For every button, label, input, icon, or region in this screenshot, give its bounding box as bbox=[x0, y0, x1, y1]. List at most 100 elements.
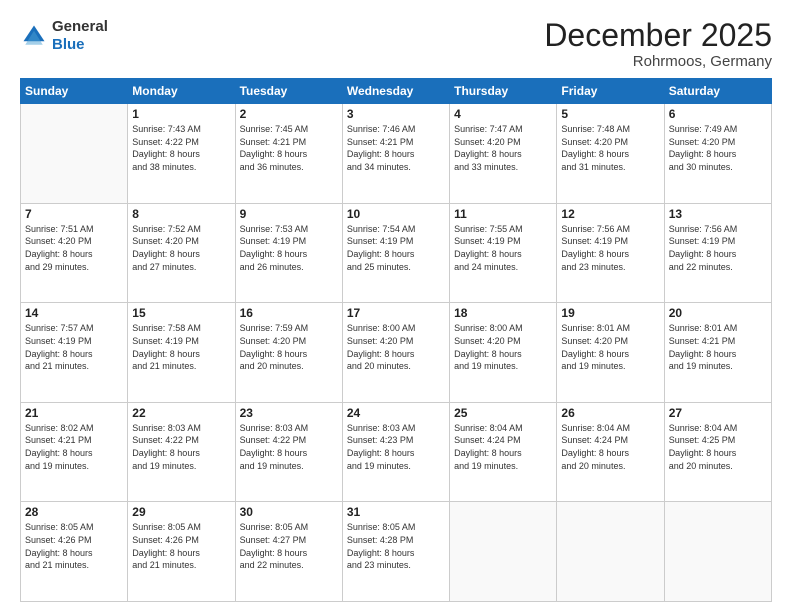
table-cell bbox=[557, 502, 664, 602]
day-number: 30 bbox=[240, 505, 338, 519]
table-cell: 12 Sunrise: 7:56 AMSunset: 4:19 PMDayligh… bbox=[557, 203, 664, 303]
day-number: 23 bbox=[240, 406, 338, 420]
day-number: 21 bbox=[25, 406, 123, 420]
col-wednesday: Wednesday bbox=[342, 79, 449, 104]
day-number: 10 bbox=[347, 207, 445, 221]
day-number: 2 bbox=[240, 107, 338, 121]
day-number: 6 bbox=[669, 107, 767, 121]
table-cell: 6Sunrise: 7:49 AMSunset: 4:20 PMDaylight… bbox=[664, 104, 771, 204]
day-info: Sunrise: 8:05 AMSunset: 4:26 PMDaylight:… bbox=[132, 521, 230, 571]
table-cell: 29 Sunrise: 8:05 AMSunset: 4:26 PMDayligh… bbox=[128, 502, 235, 602]
col-friday: Friday bbox=[557, 79, 664, 104]
day-number: 11 bbox=[454, 207, 552, 221]
table-cell: 13Sunrise: 7:56 AMSunset: 4:19 PMDayligh… bbox=[664, 203, 771, 303]
day-number: 9 bbox=[240, 207, 338, 221]
day-info: Sunrise: 7:52 AMSunset: 4:20 PMDaylight:… bbox=[132, 223, 230, 273]
day-info: Sunrise: 8:03 AMSunset: 4:22 PMDaylight:… bbox=[132, 422, 230, 472]
logo-text: General Blue bbox=[52, 18, 108, 54]
table-cell: 16Sunrise: 7:59 AMSunset: 4:20 PMDayligh… bbox=[235, 303, 342, 403]
day-number: 24 bbox=[347, 406, 445, 420]
table-cell: 17 Sunrise: 8:00 AMSunset: 4:20 PMDayligh… bbox=[342, 303, 449, 403]
table-cell: 9 Sunrise: 7:53 AMSunset: 4:19 PMDaylight… bbox=[235, 203, 342, 303]
logo-icon bbox=[20, 22, 48, 50]
day-info: Sunrise: 8:01 AMSunset: 4:20 PMDaylight:… bbox=[561, 322, 659, 372]
week-row-4: 21 Sunrise: 8:02 AMSunset: 4:21 PMDayligh… bbox=[21, 402, 772, 502]
day-info: Sunrise: 8:01 AMSunset: 4:21 PMDaylight:… bbox=[669, 322, 767, 372]
day-info: Sunrise: 8:02 AMSunset: 4:21 PMDaylight:… bbox=[25, 422, 123, 472]
table-cell bbox=[664, 502, 771, 602]
table-cell: 19 Sunrise: 8:01 AMSunset: 4:20 PMDayligh… bbox=[557, 303, 664, 403]
day-number: 27 bbox=[669, 406, 767, 420]
table-cell: 11 Sunrise: 7:55 AMSunset: 4:19 PMDayligh… bbox=[450, 203, 557, 303]
day-info: Sunrise: 7:58 AMSunset: 4:19 PMDaylight:… bbox=[132, 322, 230, 372]
table-cell: 28Sunrise: 8:05 AMSunset: 4:26 PMDayligh… bbox=[21, 502, 128, 602]
day-number: 15 bbox=[132, 306, 230, 320]
day-number: 7 bbox=[25, 207, 123, 221]
day-info: Sunrise: 7:43 AMSunset: 4:22 PMDaylight:… bbox=[132, 123, 230, 173]
table-cell: 18Sunrise: 8:00 AMSunset: 4:20 PMDayligh… bbox=[450, 303, 557, 403]
table-cell: 26Sunrise: 8:04 AMSunset: 4:24 PMDayligh… bbox=[557, 402, 664, 502]
table-cell: 3 Sunrise: 7:46 AMSunset: 4:21 PMDaylight… bbox=[342, 104, 449, 204]
day-info: Sunrise: 7:56 AMSunset: 4:19 PMDaylight:… bbox=[669, 223, 767, 273]
day-number: 25 bbox=[454, 406, 552, 420]
day-number: 17 bbox=[347, 306, 445, 320]
day-number: 18 bbox=[454, 306, 552, 320]
day-info: Sunrise: 8:03 AMSunset: 4:23 PMDaylight:… bbox=[347, 422, 445, 472]
table-cell: 27Sunrise: 8:04 AMSunset: 4:25 PMDayligh… bbox=[664, 402, 771, 502]
day-number: 1 bbox=[132, 107, 230, 121]
table-cell: 23 Sunrise: 8:03 AMSunset: 4:22 PMDayligh… bbox=[235, 402, 342, 502]
table-cell: 1 Sunrise: 7:43 AMSunset: 4:22 PMDaylight… bbox=[128, 104, 235, 204]
table-cell: 22 Sunrise: 8:03 AMSunset: 4:22 PMDayligh… bbox=[128, 402, 235, 502]
title-block: December 2025 Rohrmoos, Germany bbox=[544, 18, 772, 70]
day-number: 8 bbox=[132, 207, 230, 221]
calendar-table: Sunday Monday Tuesday Wednesday Thursday… bbox=[20, 78, 772, 602]
day-number: 22 bbox=[132, 406, 230, 420]
header-row: Sunday Monday Tuesday Wednesday Thursday… bbox=[21, 79, 772, 104]
week-row-2: 7 Sunrise: 7:51 AMSunset: 4:20 PMDaylight… bbox=[21, 203, 772, 303]
day-number: 19 bbox=[561, 306, 659, 320]
day-info: Sunrise: 7:56 AMSunset: 4:19 PMDaylight:… bbox=[561, 223, 659, 273]
day-number: 31 bbox=[347, 505, 445, 519]
day-info: Sunrise: 7:53 AMSunset: 4:19 PMDaylight:… bbox=[240, 223, 338, 273]
day-number: 29 bbox=[132, 505, 230, 519]
day-number: 3 bbox=[347, 107, 445, 121]
table-cell: 8 Sunrise: 7:52 AMSunset: 4:20 PMDaylight… bbox=[128, 203, 235, 303]
table-cell bbox=[450, 502, 557, 602]
table-cell bbox=[21, 104, 128, 204]
day-info: Sunrise: 8:04 AMSunset: 4:24 PMDaylight:… bbox=[454, 422, 552, 472]
table-cell: 4Sunrise: 7:47 AMSunset: 4:20 PMDaylight… bbox=[450, 104, 557, 204]
week-row-3: 14 Sunrise: 7:57 AMSunset: 4:19 PMDayligh… bbox=[21, 303, 772, 403]
day-number: 12 bbox=[561, 207, 659, 221]
day-info: Sunrise: 7:48 AMSunset: 4:20 PMDaylight:… bbox=[561, 123, 659, 173]
day-info: Sunrise: 8:00 AMSunset: 4:20 PMDaylight:… bbox=[347, 322, 445, 372]
day-info: Sunrise: 7:47 AMSunset: 4:20 PMDaylight:… bbox=[454, 123, 552, 173]
col-tuesday: Tuesday bbox=[235, 79, 342, 104]
logo: General Blue bbox=[20, 18, 108, 54]
day-info: Sunrise: 7:57 AMSunset: 4:19 PMDaylight:… bbox=[25, 322, 123, 372]
table-cell: 14 Sunrise: 7:57 AMSunset: 4:19 PMDayligh… bbox=[21, 303, 128, 403]
day-info: Sunrise: 7:55 AMSunset: 4:19 PMDaylight:… bbox=[454, 223, 552, 273]
table-cell: 20 Sunrise: 8:01 AMSunset: 4:21 PMDayligh… bbox=[664, 303, 771, 403]
week-row-1: 1 Sunrise: 7:43 AMSunset: 4:22 PMDaylight… bbox=[21, 104, 772, 204]
day-info: Sunrise: 7:45 AMSunset: 4:21 PMDaylight:… bbox=[240, 123, 338, 173]
day-number: 28 bbox=[25, 505, 123, 519]
table-cell: 31Sunrise: 8:05 AMSunset: 4:28 PMDayligh… bbox=[342, 502, 449, 602]
day-info: Sunrise: 8:03 AMSunset: 4:22 PMDaylight:… bbox=[240, 422, 338, 472]
day-number: 20 bbox=[669, 306, 767, 320]
table-cell: 21 Sunrise: 8:02 AMSunset: 4:21 PMDayligh… bbox=[21, 402, 128, 502]
day-info: Sunrise: 7:59 AMSunset: 4:20 PMDaylight:… bbox=[240, 322, 338, 372]
day-info: Sunrise: 8:05 AMSunset: 4:27 PMDaylight:… bbox=[240, 521, 338, 571]
table-cell: 10 Sunrise: 7:54 AMSunset: 4:19 PMDayligh… bbox=[342, 203, 449, 303]
day-info: Sunrise: 7:46 AMSunset: 4:21 PMDaylight:… bbox=[347, 123, 445, 173]
table-cell: 7 Sunrise: 7:51 AMSunset: 4:20 PMDaylight… bbox=[21, 203, 128, 303]
logo-general: General bbox=[52, 18, 108, 35]
table-cell: 2 Sunrise: 7:45 AMSunset: 4:21 PMDaylight… bbox=[235, 104, 342, 204]
day-info: Sunrise: 7:51 AMSunset: 4:20 PMDaylight:… bbox=[25, 223, 123, 273]
table-cell: 25 Sunrise: 8:04 AMSunset: 4:24 PMDayligh… bbox=[450, 402, 557, 502]
day-info: Sunrise: 7:54 AMSunset: 4:19 PMDaylight:… bbox=[347, 223, 445, 273]
day-number: 5 bbox=[561, 107, 659, 121]
col-thursday: Thursday bbox=[450, 79, 557, 104]
day-number: 14 bbox=[25, 306, 123, 320]
location: Rohrmoos, Germany bbox=[544, 53, 772, 70]
header: General Blue December 2025 Rohrmoos, Ger… bbox=[20, 18, 772, 70]
